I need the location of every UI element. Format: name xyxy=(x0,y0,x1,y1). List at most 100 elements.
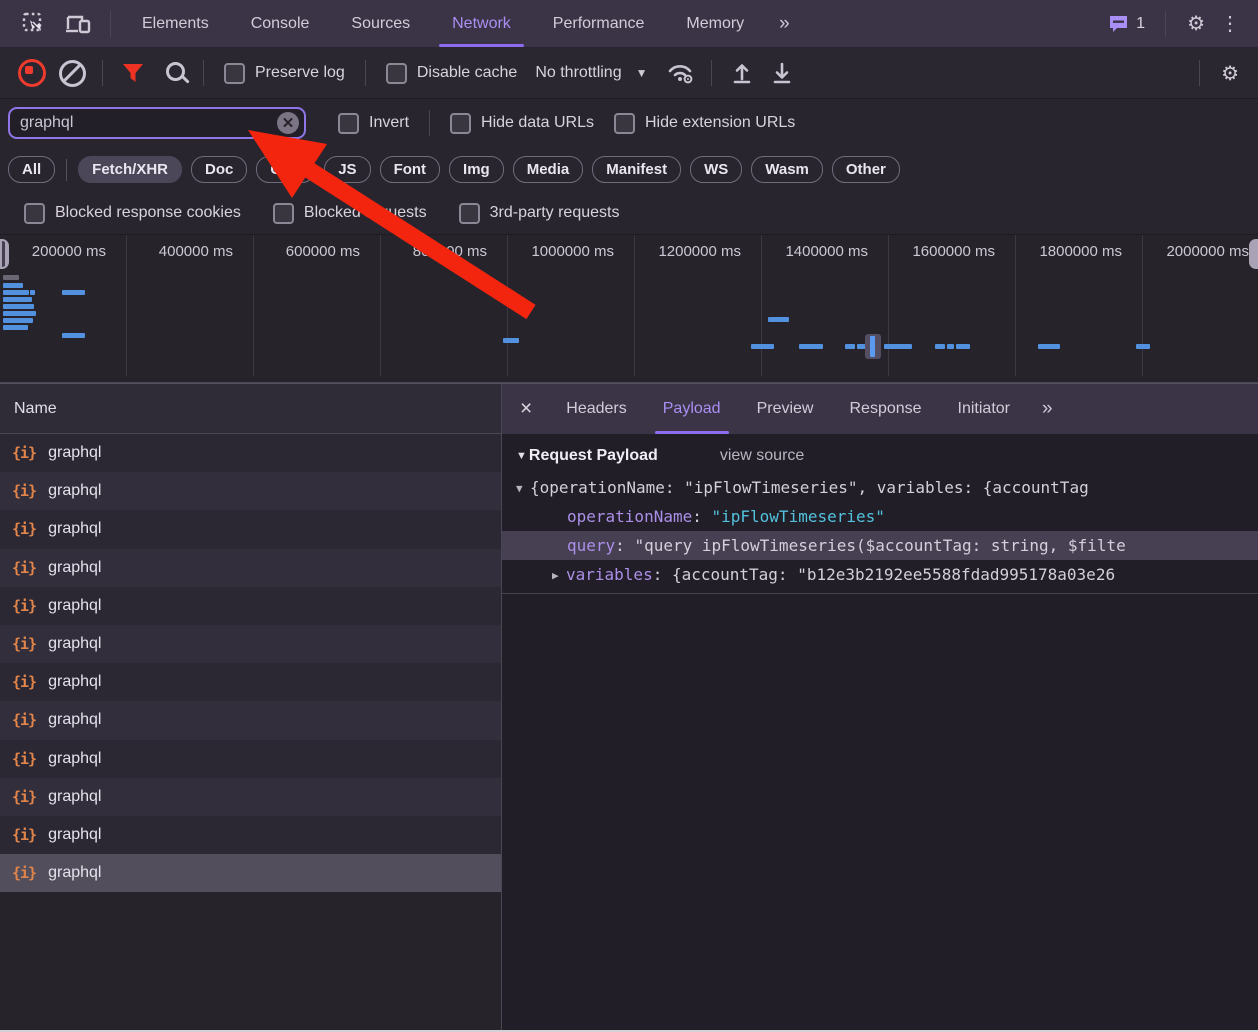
payload-query-line[interactable]: query: "query ipFlowTimeseries($accountT… xyxy=(502,531,1258,560)
close-details-icon[interactable]: × xyxy=(502,384,548,434)
resource-type-chip[interactable]: Fetch/XHR xyxy=(78,156,182,183)
timeline-request-bar[interactable] xyxy=(503,338,519,343)
request-row[interactable]: {i} graphql xyxy=(0,510,501,548)
search-button[interactable] xyxy=(153,66,193,81)
payload-variables-line[interactable]: ▶variables: {accountTag: "b12e3b2192ee55… xyxy=(502,560,1258,589)
request-row[interactable]: {i} graphql xyxy=(0,587,501,625)
timeline-request-bar[interactable] xyxy=(935,344,945,349)
resource-type-chip[interactable]: Media xyxy=(513,156,584,183)
timeline-request-bar[interactable] xyxy=(3,311,36,316)
filter-input[interactable] xyxy=(8,107,306,139)
timeline-selected-marker[interactable] xyxy=(865,334,881,359)
details-tab[interactable]: Initiator xyxy=(940,384,1028,434)
section-expander-icon[interactable]: ▼ xyxy=(516,450,527,462)
resource-type-chip[interactable]: WS xyxy=(690,156,742,183)
payload-operation-line[interactable]: operationName: "ipFlowTimeseries" xyxy=(502,502,1258,531)
expander-icon[interactable]: ▼ xyxy=(516,474,530,502)
timeline-request-bar[interactable] xyxy=(3,325,28,330)
details-tab[interactable]: Preview xyxy=(739,384,832,434)
resource-type-chip[interactable]: Other xyxy=(832,156,900,183)
request-row[interactable]: {i} graphql xyxy=(0,740,501,778)
resource-type-chip[interactable]: Img xyxy=(449,156,504,183)
clear-network-log-button[interactable] xyxy=(52,60,92,87)
clear-filter-icon[interactable]: ✕ xyxy=(277,112,299,134)
timeline-right-grip[interactable] xyxy=(1249,239,1258,269)
filter-button[interactable] xyxy=(113,63,153,83)
more-options-icon[interactable]: ⋮ xyxy=(1216,11,1248,36)
request-row[interactable]: {i} graphql xyxy=(0,472,501,510)
details-tab[interactable]: Payload xyxy=(645,384,739,434)
name-column-header[interactable]: Name xyxy=(0,384,501,434)
timeline-request-bar[interactable] xyxy=(768,317,789,322)
expander-icon[interactable]: ▶ xyxy=(552,561,566,589)
disable-cache-checkbox[interactable]: Disable cache xyxy=(386,63,518,84)
timeline-request-bar[interactable] xyxy=(884,344,912,349)
timeline-request-bar[interactable] xyxy=(3,318,33,323)
main-panel-tab[interactable]: Memory xyxy=(665,0,765,47)
details-tab[interactable]: Response xyxy=(831,384,939,434)
request-row[interactable]: {i} graphql xyxy=(0,434,501,472)
request-row[interactable]: {i} graphql xyxy=(0,549,501,587)
payload-root-line[interactable]: ▼{operationName: "ipFlowTimeseries", var… xyxy=(502,473,1258,502)
json-braces-icon: {i} xyxy=(12,864,36,882)
timeline-request-bar[interactable] xyxy=(799,344,823,349)
throttling-dropdown[interactable]: No throttling ▼ xyxy=(535,64,647,82)
hide-data-urls-checkbox[interactable]: Hide data URLs xyxy=(450,113,594,134)
main-panel-tab[interactable]: Elements xyxy=(121,0,230,47)
resource-type-chip[interactable]: Wasm xyxy=(751,156,823,183)
network-overview-timeline[interactable]: 200000 ms400000 ms600000 ms800000 ms1000… xyxy=(0,235,1258,383)
resource-type-chip[interactable]: CSS xyxy=(256,156,315,183)
request-row[interactable]: {i} graphql xyxy=(0,663,501,701)
timeline-request-bar[interactable] xyxy=(3,283,23,288)
chip-all[interactable]: All xyxy=(8,156,55,183)
timeline-request-bar[interactable] xyxy=(1038,344,1060,349)
details-more-tabs-button[interactable]: » xyxy=(1028,384,1065,434)
details-tab[interactable]: Headers xyxy=(548,384,644,434)
request-row[interactable]: {i} graphql xyxy=(0,816,501,854)
timeline-request-bar[interactable] xyxy=(30,290,35,295)
invert-checkbox[interactable]: Invert xyxy=(338,113,409,134)
settings-gear-icon[interactable]: ⚙ xyxy=(1176,11,1216,36)
toggle-device-toolbar-icon[interactable] xyxy=(56,0,100,47)
timeline-request-bar[interactable] xyxy=(1136,344,1150,349)
export-har-button[interactable] xyxy=(762,61,802,85)
timeline-request-bar[interactable] xyxy=(3,297,32,302)
blocked-response-cookies-checkbox[interactable]: Blocked response cookies xyxy=(24,203,241,224)
timeline-request-bar[interactable] xyxy=(3,275,19,280)
more-tabs-button[interactable]: » xyxy=(765,0,802,47)
record-network-log-button[interactable] xyxy=(12,59,52,87)
inspect-element-icon[interactable] xyxy=(12,0,56,47)
network-settings-gear-icon[interactable]: ⚙ xyxy=(1210,61,1250,86)
request-row[interactable]: {i} graphql xyxy=(0,854,501,892)
blocked-filters-row: Blocked response cookies Blocked request… xyxy=(0,192,1258,235)
main-panel-tab[interactable]: Performance xyxy=(532,0,666,47)
view-source-link[interactable]: view source xyxy=(720,447,804,465)
timeline-request-bar[interactable] xyxy=(947,344,954,349)
timeline-request-bar[interactable] xyxy=(956,344,970,349)
resource-type-chip[interactable]: Doc xyxy=(191,156,247,183)
timeline-request-bar[interactable] xyxy=(62,290,85,295)
third-party-requests-checkbox[interactable]: 3rd-party requests xyxy=(459,203,620,224)
request-row[interactable]: {i} graphql xyxy=(0,701,501,739)
timeline-request-bar[interactable] xyxy=(3,290,29,295)
checkbox-icon xyxy=(459,203,480,224)
request-row[interactable]: {i} graphql xyxy=(0,625,501,663)
resource-type-chip[interactable]: Manifest xyxy=(592,156,681,183)
timeline-request-bar[interactable] xyxy=(3,304,34,309)
main-panel-tab[interactable]: Network xyxy=(431,0,532,47)
resource-type-chip[interactable]: Font xyxy=(380,156,440,183)
issues-button[interactable]: 1 xyxy=(1098,14,1155,33)
resource-type-chip[interactable]: JS xyxy=(324,156,370,183)
main-panel-tab[interactable]: Console xyxy=(230,0,331,47)
timeline-request-bar[interactable] xyxy=(751,344,774,349)
timeline-request-bar[interactable] xyxy=(62,333,85,338)
main-panel-tab[interactable]: Sources xyxy=(330,0,431,47)
timeline-left-grip[interactable] xyxy=(0,239,9,269)
timeline-request-bar[interactable] xyxy=(845,344,855,349)
blocked-requests-checkbox[interactable]: Blocked requests xyxy=(273,203,427,224)
network-conditions-button[interactable] xyxy=(661,61,701,85)
import-har-button[interactable] xyxy=(722,61,762,85)
hide-extension-urls-checkbox[interactable]: Hide extension URLs xyxy=(614,113,795,134)
request-row[interactable]: {i} graphql xyxy=(0,778,501,816)
preserve-log-checkbox[interactable]: Preserve log xyxy=(224,63,345,84)
